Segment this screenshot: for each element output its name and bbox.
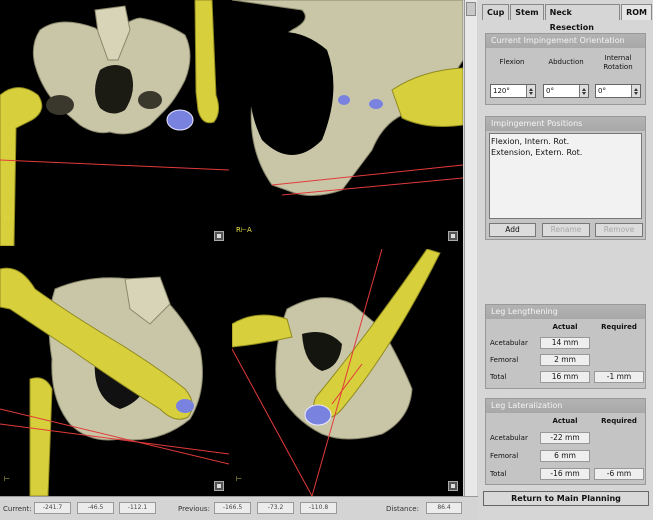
previous-x: -166.5: [214, 502, 251, 514]
col-required: Required: [601, 417, 637, 425]
svg-text:⊢: ⊢: [236, 475, 242, 483]
col-actual: Actual: [552, 417, 578, 425]
impingement-list[interactable]: Flexion, Intern. Rot. Extension, Extern.…: [489, 133, 642, 219]
viewport-maximize-icon[interactable]: [214, 481, 224, 491]
row-label: Femoral: [490, 356, 519, 364]
spinner-arrows-icon[interactable]: [631, 85, 640, 97]
viewport-grid: ⊢ R⊢A ⊢ ⊢: [0, 0, 463, 496]
actual-value: -16 mm: [540, 468, 590, 480]
group-title: Leg Lateralization: [486, 399, 645, 413]
table-row: Total 16 mm -1 mm: [486, 370, 645, 385]
tab-bar: Cup Stem Neck Resection ROM: [482, 4, 653, 32]
actual-value: 16 mm: [540, 371, 590, 383]
actual-value: -22 mm: [540, 432, 590, 444]
table-row: Acetabular -22 mm: [486, 431, 645, 446]
rotation-label: Rotation: [603, 63, 633, 71]
table-row: Acetabular 14 mm: [486, 336, 645, 351]
group-title: Current Impingement Orientation: [486, 34, 645, 48]
col-required: Required: [601, 323, 637, 331]
remove-button[interactable]: Remove: [595, 223, 643, 237]
viewport-maximize-icon[interactable]: [448, 231, 458, 241]
tab-rom[interactable]: ROM: [621, 4, 652, 20]
row-label: Acetabular: [490, 339, 528, 347]
required-value: -6 mm: [594, 468, 644, 480]
distance-label: Distance:: [386, 505, 419, 513]
viewport-lateral[interactable]: R⊢A: [232, 0, 463, 246]
row-label: Acetabular: [490, 434, 528, 442]
viewport-scrollbar[interactable]: [464, 0, 477, 496]
leg-lateralization-group: Leg Lateralization Actual Required Aceta…: [485, 398, 646, 485]
viewport-maximize-icon[interactable]: [448, 481, 458, 491]
viewport-anterior[interactable]: ⊢: [0, 0, 229, 246]
internal-label: Internal: [604, 54, 632, 62]
impingement-positions-group: Impingement Positions Flexion, Intern. R…: [485, 116, 646, 240]
col-actual: Actual: [552, 323, 578, 331]
distance-value: 86.4: [426, 502, 462, 514]
flexion-stepper[interactable]: 120°: [490, 84, 536, 98]
svg-text:R⊢A: R⊢A: [236, 226, 252, 234]
current-z: -112.1: [119, 502, 156, 514]
svg-text:⊢: ⊢: [4, 214, 10, 222]
group-title: Impingement Positions: [486, 117, 645, 131]
add-button[interactable]: Add: [489, 223, 536, 237]
viewport-posterior[interactable]: ⊢: [0, 249, 229, 496]
required-value: -1 mm: [594, 371, 644, 383]
impingement-orientation-group: Current Impingement Orientation Flexion …: [485, 33, 646, 105]
flexion-label: Flexion: [499, 58, 525, 66]
internal-rotation-value: 0°: [598, 87, 606, 95]
svg-text:⊢: ⊢: [4, 475, 10, 483]
flexion-value: 120°: [493, 87, 510, 95]
tab-neck-resection[interactable]: Neck Resection: [544, 4, 621, 32]
spinner-arrows-icon[interactable]: [526, 85, 535, 97]
list-item[interactable]: Extension, Extern. Rot.: [491, 147, 640, 158]
side-panel: Cup Stem Neck Resection ROM Current Impi…: [478, 0, 653, 520]
abduction-label: Abduction: [548, 58, 584, 66]
spinner-arrows-icon[interactable]: [579, 85, 588, 97]
actual-value: 6 mm: [540, 450, 590, 462]
previous-y: -73.2: [257, 502, 294, 514]
table-row: Total -16 mm -6 mm: [486, 467, 645, 482]
previous-label: Previous:: [178, 505, 210, 513]
table-row: Femoral 2 mm: [486, 353, 645, 368]
row-label: Total: [490, 373, 507, 381]
current-label: Current:: [3, 505, 32, 513]
abduction-stepper[interactable]: 0°: [543, 84, 589, 98]
row-label: Total: [490, 470, 507, 478]
tab-cup[interactable]: Cup: [482, 4, 510, 20]
table-row: Femoral 6 mm: [486, 449, 645, 464]
viewport-maximize-icon[interactable]: [214, 231, 224, 241]
abduction-value: 0°: [546, 87, 554, 95]
app-window: ⊢ R⊢A ⊢ ⊢ Cup Stem Neck Resection ROM Cu…: [0, 0, 653, 520]
row-label: Femoral: [490, 452, 519, 460]
rename-button[interactable]: Rename: [542, 223, 590, 237]
internal-rotation-stepper[interactable]: 0°: [595, 84, 641, 98]
current-x: -241.7: [34, 502, 71, 514]
status-bar: Current: -241.7 -46.5 -112.1 Previous: -…: [0, 496, 478, 520]
actual-value: 2 mm: [540, 354, 590, 366]
return-to-main-planning-button[interactable]: Return to Main Planning: [483, 491, 649, 506]
scrollbar-thumb[interactable]: [466, 2, 476, 16]
tab-stem[interactable]: Stem: [510, 4, 544, 20]
actual-value: 14 mm: [540, 337, 590, 349]
viewport-oblique[interactable]: ⊢: [232, 249, 463, 496]
current-y: -46.5: [77, 502, 114, 514]
group-title: Leg Lengthening: [486, 305, 645, 319]
previous-z: -110.8: [300, 502, 337, 514]
leg-lengthening-group: Leg Lengthening Actual Required Acetabul…: [485, 304, 646, 389]
list-item[interactable]: Flexion, Intern. Rot.: [491, 136, 640, 147]
